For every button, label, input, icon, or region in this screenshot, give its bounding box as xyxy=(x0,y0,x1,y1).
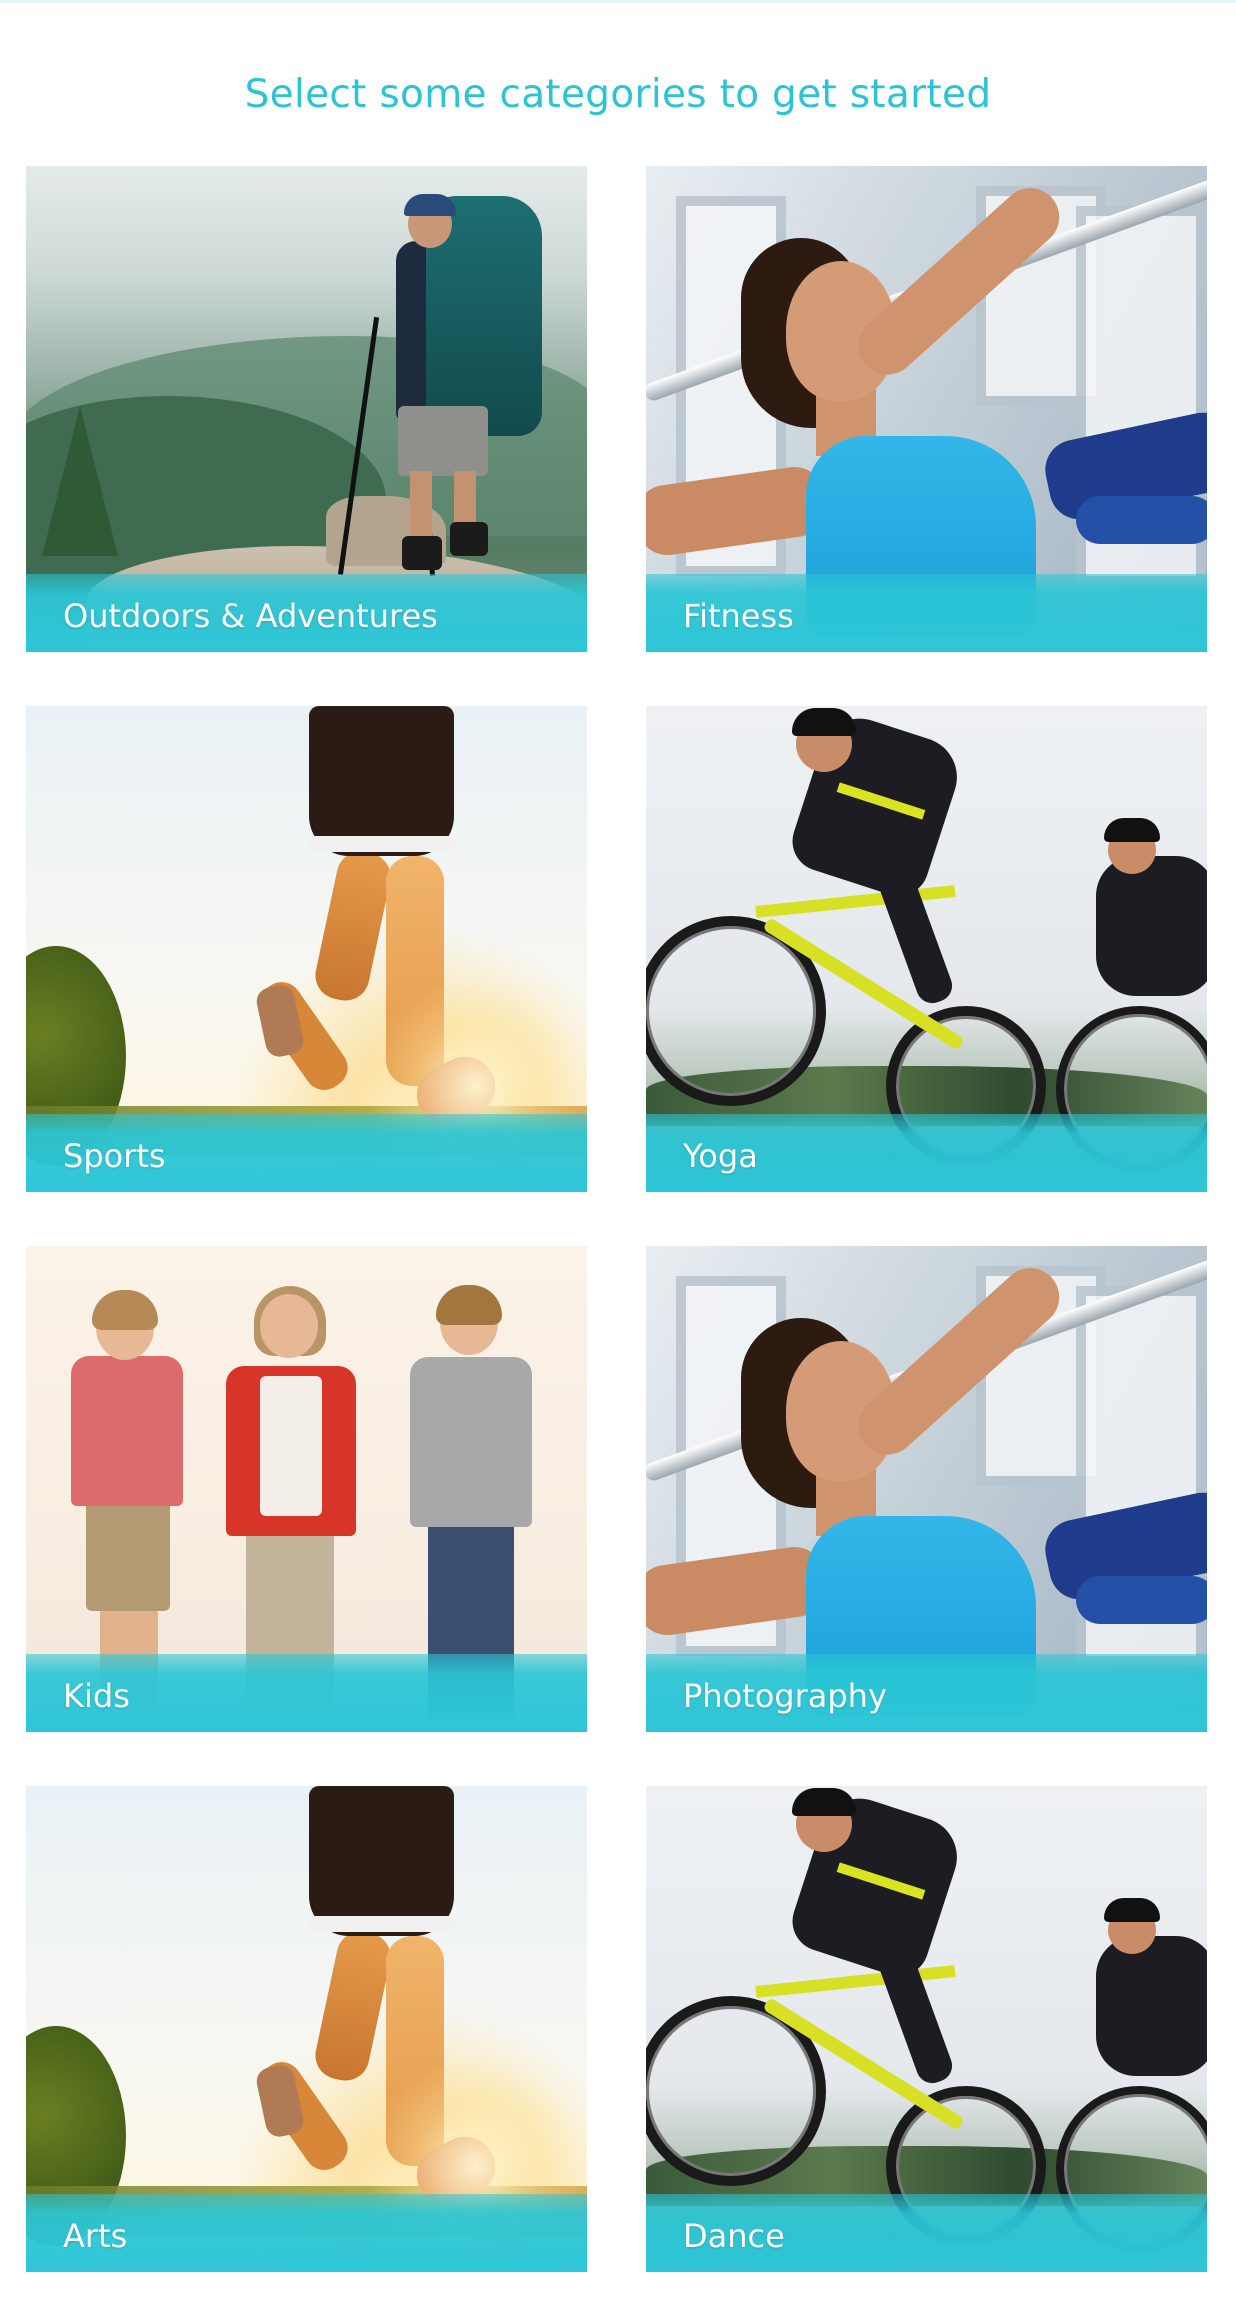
category-label: Outdoors & Adventures xyxy=(63,597,438,635)
page-title: Select some categories to get started xyxy=(244,72,992,117)
category-card-arts[interactable]: Arts xyxy=(26,1786,587,2272)
category-label: Kids xyxy=(63,1677,130,1715)
category-label: Photography xyxy=(683,1677,887,1715)
category-card-outdoors[interactable]: Outdoors & Adventures xyxy=(26,166,587,652)
category-label: Fitness xyxy=(683,597,794,635)
category-card-dance[interactable]: Dance xyxy=(646,1786,1207,2272)
category-label: Arts xyxy=(63,2217,128,2255)
category-card-sports[interactable]: Sports xyxy=(26,706,587,1192)
category-card-photography[interactable]: Photography xyxy=(646,1246,1207,1732)
category-label: Sports xyxy=(63,1137,166,1175)
category-label: Yoga xyxy=(683,1137,758,1175)
category-card-fitness[interactable]: Fitness xyxy=(646,166,1207,652)
category-grid: Outdoors & Adventures Fitness Sports Yog… xyxy=(26,166,1207,2272)
top-border xyxy=(0,0,1236,3)
category-card-yoga[interactable]: Yoga xyxy=(646,706,1207,1192)
category-card-kids[interactable]: Kids xyxy=(26,1246,587,1732)
category-label: Dance xyxy=(683,2217,785,2255)
